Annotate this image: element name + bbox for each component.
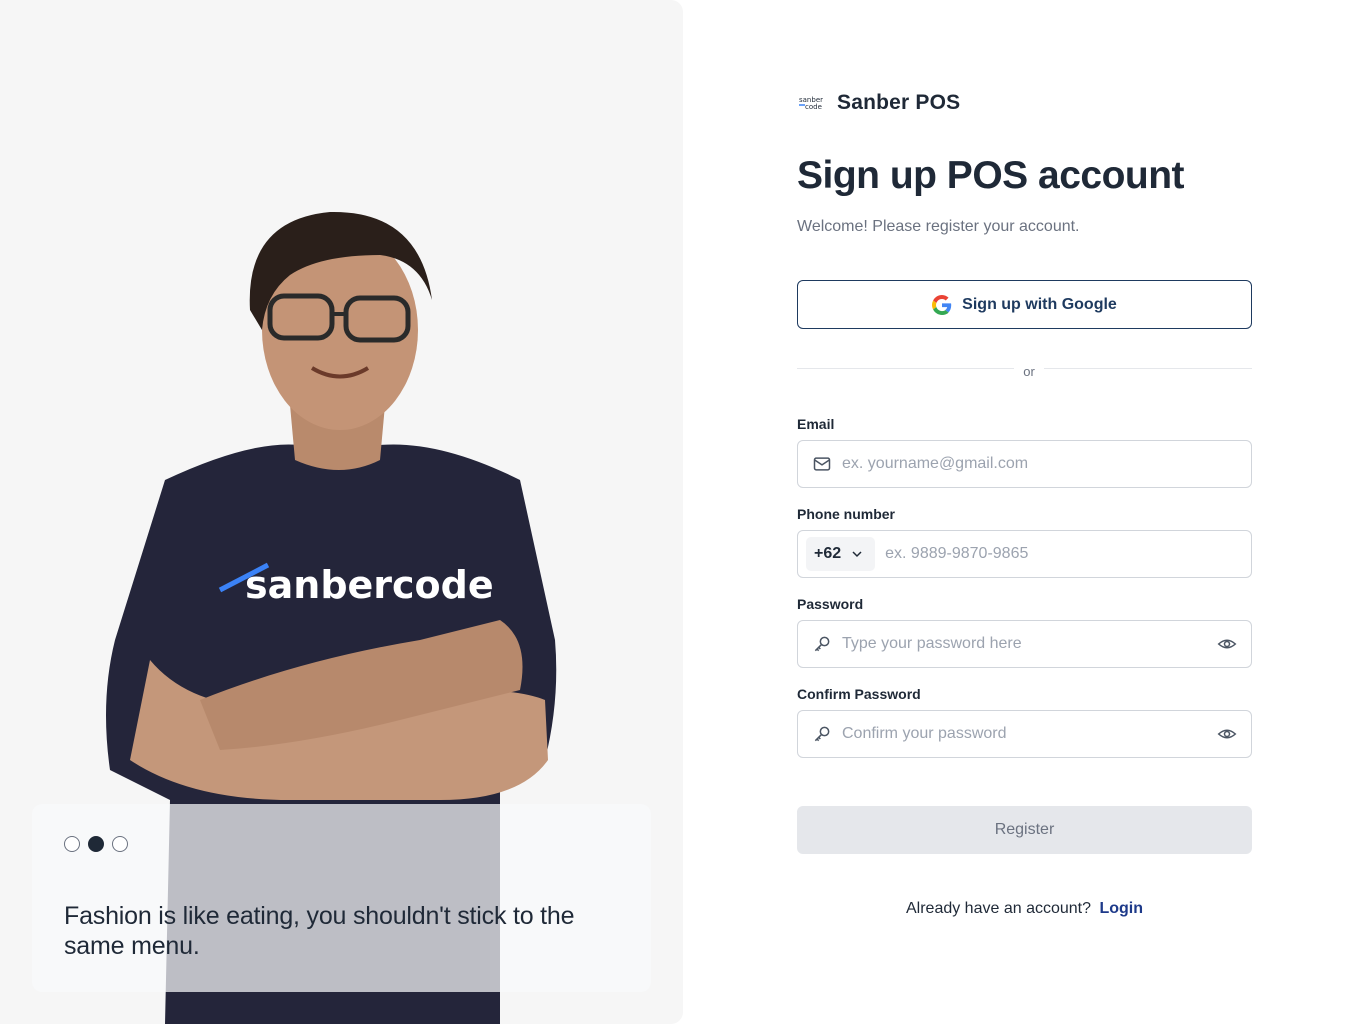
phone-field[interactable]: +62 xyxy=(797,530,1252,578)
carousel-dot-1[interactable] xyxy=(64,836,80,852)
key-icon xyxy=(812,634,832,654)
key-icon xyxy=(812,724,832,744)
password-label: Password xyxy=(797,596,864,612)
page-title: Sign up POS account xyxy=(797,154,1185,197)
phone-label: Phone number xyxy=(797,506,896,522)
login-prompt: Already have an account? xyxy=(905,900,1091,917)
brand-logo-icon: sanber code xyxy=(797,94,825,112)
page-subtitle: Welcome! Please register your account. xyxy=(797,218,1080,235)
quote-text: Fashion is like eating, you shouldn't st… xyxy=(64,902,575,960)
svg-text:code: code xyxy=(805,103,822,111)
quote-card: Fashion is like eating, you shouldn't st… xyxy=(32,804,651,992)
email-label: Email xyxy=(797,416,835,432)
eye-icon[interactable] xyxy=(1217,634,1237,654)
hero-panel: sanbercode Fashion is like eating, you s… xyxy=(0,0,683,1024)
eye-icon[interactable] xyxy=(1217,724,1237,744)
password-input[interactable] xyxy=(842,635,1217,653)
brand-name: Sanber POS xyxy=(837,91,961,114)
login-row: Already have an account? Login xyxy=(797,900,1252,918)
password-field[interactable] xyxy=(797,620,1252,668)
country-code-value: +62 xyxy=(814,545,842,562)
google-icon xyxy=(932,294,952,315)
shirt-logo-text: sanbercode xyxy=(245,563,494,607)
confirm-password-input[interactable] xyxy=(842,725,1217,743)
chevron-down-icon xyxy=(847,544,867,564)
register-button[interactable]: Register xyxy=(797,806,1252,854)
carousel-dot-3[interactable] xyxy=(112,836,128,852)
google-signup-label: Sign up with Google xyxy=(962,295,1117,313)
carousel-dot-2[interactable] xyxy=(88,836,104,852)
google-signup-button[interactable]: Sign up with Google xyxy=(797,280,1252,329)
confirm-password-field[interactable] xyxy=(797,710,1252,758)
brand: sanber code Sanber POS xyxy=(797,88,960,118)
divider-text: or xyxy=(1014,364,1044,379)
login-link[interactable]: Login xyxy=(1099,900,1143,917)
mail-icon xyxy=(812,454,832,474)
phone-input[interactable] xyxy=(885,545,1237,563)
email-input[interactable] xyxy=(842,455,1237,473)
confirm-password-label: Confirm Password xyxy=(797,686,921,702)
country-code-select[interactable]: +62 xyxy=(806,537,876,571)
carousel-dots xyxy=(64,836,128,852)
email-field[interactable] xyxy=(797,440,1252,488)
